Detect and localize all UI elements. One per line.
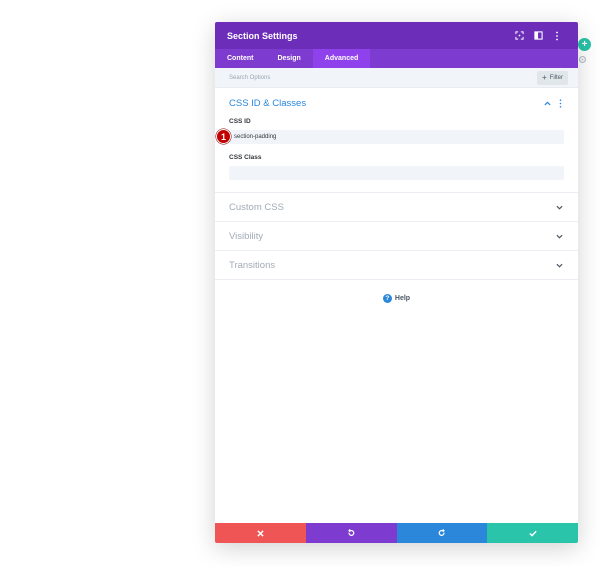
filter-label: Filter (549, 74, 563, 81)
group-title-css: CSS ID & Classes (229, 97, 307, 109)
chevron-down-icon[interactable] (554, 231, 564, 241)
tab-advanced[interactable]: Advanced (312, 49, 371, 68)
modal-title: Section Settings (227, 30, 298, 41)
redo-icon (438, 529, 445, 536)
group-transitions[interactable]: Transitions (215, 251, 578, 280)
plus-icon: + (581, 38, 588, 50)
chevron-down-icon[interactable] (554, 202, 564, 212)
question-icon: ? (382, 294, 392, 303)
undo-icon (348, 529, 355, 536)
undo-button[interactable] (305, 523, 397, 543)
modal-header: Section Settings (215, 22, 578, 49)
split-view-icon[interactable] (529, 27, 547, 45)
css-id-classes-group: CSS ID & Classes CSS ID 1 section-paddin… (215, 88, 578, 193)
section-settings-modal: Section Settings Content Design Advanced… (215, 22, 578, 543)
more-vertical-icon[interactable] (548, 27, 566, 45)
group-custom-css[interactable]: Custom CSS (215, 193, 578, 222)
tab-design[interactable]: Design (265, 49, 312, 68)
css-id-label: CSS ID (229, 118, 251, 125)
search-bar: Search Options + Filter (215, 68, 578, 88)
close-icon (257, 529, 264, 537)
plus-icon: + (541, 72, 547, 82)
chevron-up-icon[interactable] (542, 98, 552, 108)
chevron-down-icon[interactable] (554, 260, 564, 270)
group-visibility[interactable]: Visibility (215, 222, 578, 251)
group-title-visibility: Visibility (229, 230, 264, 242)
help-label: Help (394, 295, 411, 302)
step-marker-badge: 1 (216, 129, 231, 144)
settings-tabs: Content Design Advanced (215, 49, 578, 68)
group-title-transitions: Transitions (229, 259, 276, 271)
cancel-button[interactable] (215, 523, 306, 543)
fullscreen-icon[interactable] (510, 27, 528, 45)
css-id-value: section-padding (234, 134, 277, 140)
css-class-input[interactable] (229, 166, 564, 180)
search-options-input[interactable]: Search Options (229, 75, 537, 81)
filter-button[interactable]: + Filter (536, 70, 568, 85)
tab-content[interactable]: Content (215, 49, 265, 68)
help-link[interactable]: ? Help (215, 294, 578, 303)
more-vertical-icon[interactable] (556, 98, 564, 108)
group-title-custom-css: Custom CSS (229, 201, 284, 213)
add-row-button[interactable]: + (578, 38, 591, 51)
check-icon (528, 530, 537, 537)
modal-footer (215, 523, 578, 543)
css-class-label: CSS Class (229, 154, 262, 161)
redo-button[interactable] (396, 523, 488, 543)
css-id-input[interactable]: 1 section-padding (216, 129, 564, 144)
save-button[interactable] (487, 523, 578, 543)
group-header-css[interactable]: CSS ID & Classes (229, 96, 564, 110)
